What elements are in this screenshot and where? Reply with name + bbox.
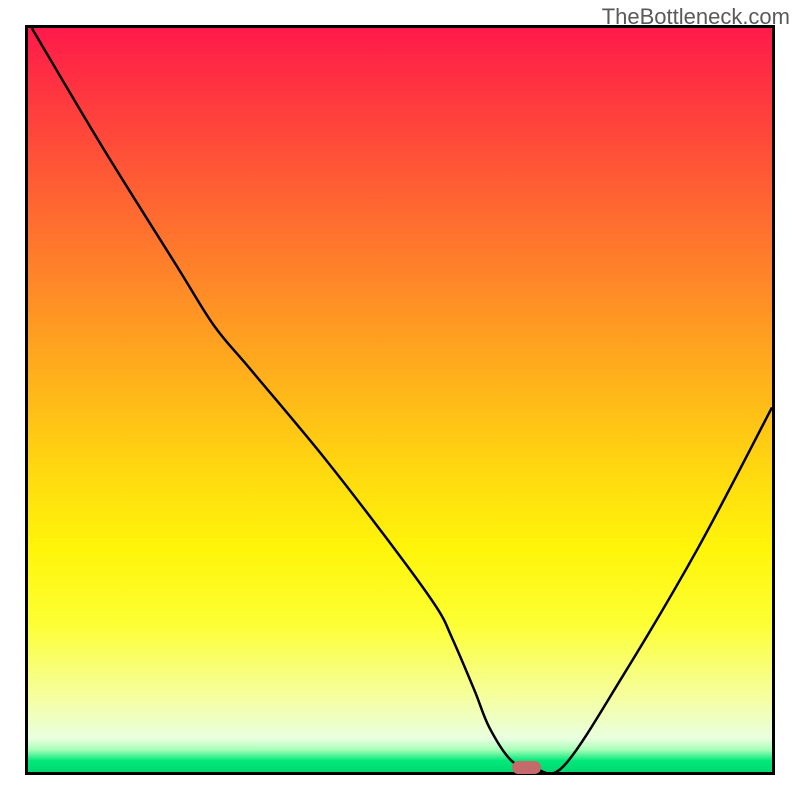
chart-curve-svg — [28, 28, 772, 772]
watermark-text: TheBottleneck.com — [602, 4, 790, 30]
chart-plot-area — [25, 25, 775, 775]
optimal-marker — [512, 761, 542, 774]
bottleneck-curve — [32, 28, 772, 772]
